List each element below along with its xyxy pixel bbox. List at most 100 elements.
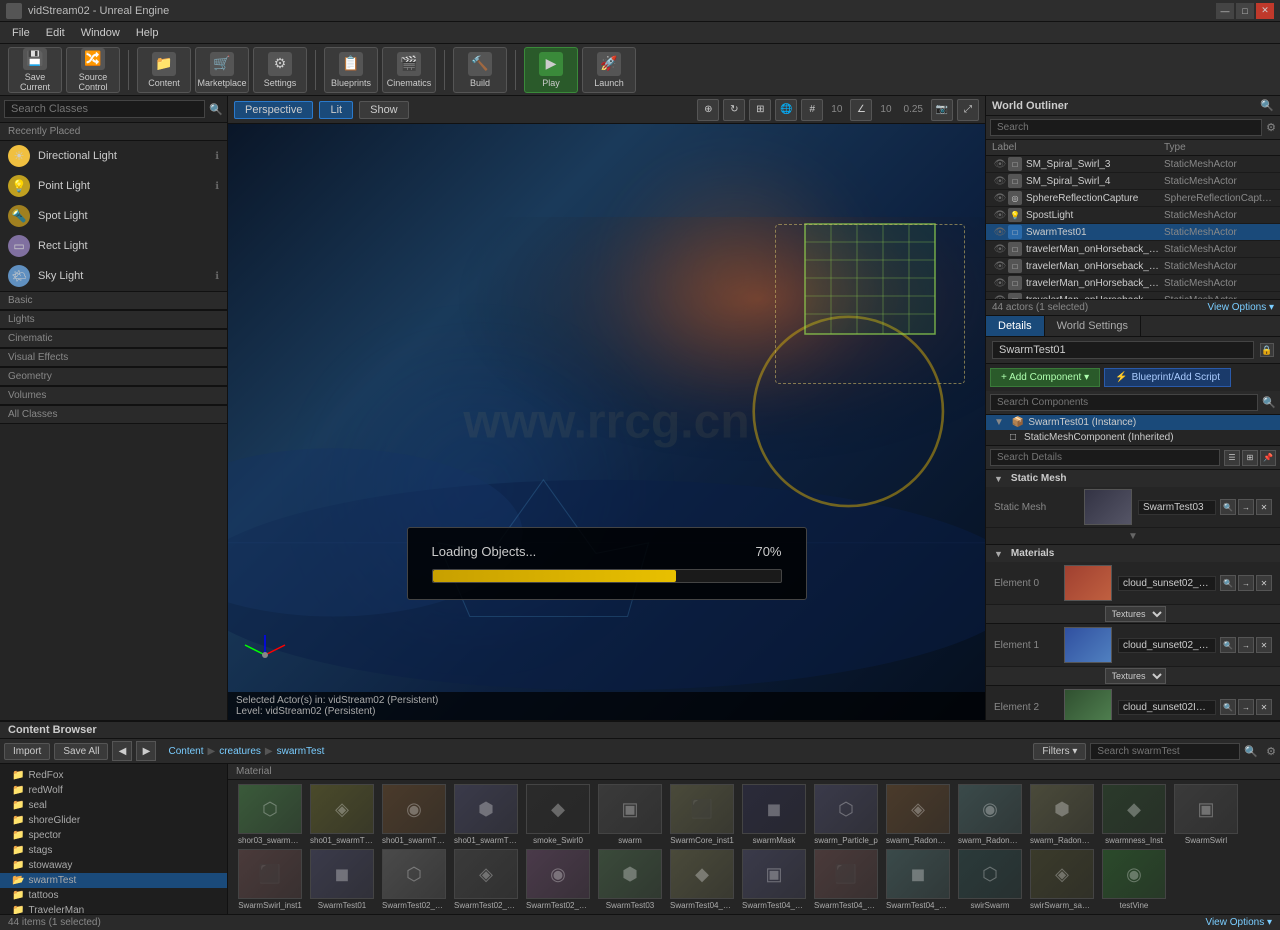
asset-item[interactable]: ◉sho01_swarmT1_inst3: [380, 784, 448, 845]
asset-item[interactable]: ◈swirSwarm_sample_colors: [1028, 849, 1096, 910]
nav-back-button[interactable]: ◀: [112, 741, 132, 761]
mat-1-browse[interactable]: 🔍: [1220, 637, 1236, 653]
maximize-button[interactable]: □: [1236, 3, 1254, 19]
asset-item[interactable]: ⬢sho01_swarmT1_inst_trainmAtrl: [452, 784, 520, 845]
mat-0-arrow[interactable]: →: [1238, 575, 1254, 591]
mat-0-browse[interactable]: 🔍: [1220, 575, 1236, 591]
play-button[interactable]: ▶ Play: [524, 47, 578, 93]
asset-item[interactable]: ◈sho01_swarmT1_inst2: [308, 784, 376, 845]
folder-redwolf[interactable]: 📁 redWolf: [0, 783, 227, 798]
marketplace-button[interactable]: 🛒 Marketplace: [195, 47, 249, 93]
translate-icon[interactable]: ⊕: [697, 99, 719, 121]
3d-viewport[interactable]: Loading Objects... 70% Selected Actor(s)…: [228, 124, 985, 720]
outliner-row[interactable]: 👁 □ travelerMan_onHorseback_UE4_pose3 St…: [986, 275, 1280, 292]
angle-icon[interactable]: ∠: [850, 99, 872, 121]
mat-2-browse[interactable]: 🔍: [1220, 699, 1236, 715]
browser-settings-icon[interactable]: ⚙: [1266, 745, 1276, 758]
asset-item[interactable]: ▣swarm: [596, 784, 664, 845]
add-component-button[interactable]: + Add Component ▾: [990, 368, 1100, 387]
minimize-button[interactable]: —: [1216, 3, 1234, 19]
source-control-button[interactable]: 🔀 Source Control: [66, 47, 120, 93]
materials-section-header[interactable]: ▼ Materials: [986, 545, 1280, 562]
detail-pin-icon[interactable]: 📌: [1260, 450, 1276, 466]
asset-item[interactable]: ◼swarmMask: [740, 784, 808, 845]
show-button[interactable]: Show: [359, 101, 409, 119]
asset-item[interactable]: ◼SwarmTest04_mat_inst: [884, 849, 952, 910]
asset-item[interactable]: ▣SwarmTest04_mat2: [740, 849, 808, 910]
basic-header[interactable]: Basic: [0, 291, 227, 310]
outliner-row[interactable]: 👁 □ travelerMan_onHorseback_UE4_pose1 St…: [986, 241, 1280, 258]
asset-item[interactable]: ◼SwarmTest01: [308, 849, 376, 910]
lights-header[interactable]: Lights: [0, 310, 227, 329]
save-all-button[interactable]: Save All: [54, 743, 108, 760]
mesh-arrow-button[interactable]: →: [1238, 499, 1254, 515]
detail-search-input[interactable]: [990, 449, 1220, 466]
folder-tattoos[interactable]: 📁 tattoos: [0, 888, 227, 903]
row-visibility-icon[interactable]: 👁: [992, 278, 1008, 289]
row-visibility-icon[interactable]: 👁: [992, 227, 1008, 238]
asset-item[interactable]: ◆smoke_Swirl0: [524, 784, 592, 845]
row-visibility-icon[interactable]: 👁: [992, 261, 1008, 272]
folder-seal[interactable]: 📁 seal: [0, 798, 227, 813]
detail-list-icon[interactable]: ☰: [1224, 450, 1240, 466]
view-options-button[interactable]: View Options ▾: [1205, 917, 1272, 928]
asset-item[interactable]: ⬢swarm_Radone_nm_: [1028, 784, 1096, 845]
asset-search-input[interactable]: [1090, 743, 1240, 760]
mat-1-clear[interactable]: ✕: [1256, 637, 1272, 653]
directional-light-item[interactable]: ☀ Directional Light ℹ: [0, 141, 227, 171]
breadcrumb-content[interactable]: Content: [168, 746, 203, 757]
actor-name-input[interactable]: [992, 341, 1254, 359]
blueprint-script-button[interactable]: ⚡ Blueprint/Add Script: [1104, 368, 1231, 387]
asset-item[interactable]: ⬛SwarmTest04_mat3_inst: [812, 849, 880, 910]
save-current-button[interactable]: 💾 Save Current: [8, 47, 62, 93]
tab-details[interactable]: Details: [986, 316, 1045, 336]
asset-item[interactable]: ▣SwarmSwirl: [1172, 784, 1240, 845]
camera-icon[interactable]: 📷: [931, 99, 953, 121]
maximize-viewport-icon[interactable]: ⤢: [957, 99, 979, 121]
asset-item[interactable]: ◆swarmness_Inst: [1100, 784, 1168, 845]
breadcrumb-creatures[interactable]: creatures: [219, 746, 261, 757]
static-mesh-section-header[interactable]: ▼ Static Mesh: [986, 470, 1280, 487]
volumes-header[interactable]: Volumes: [0, 386, 227, 405]
import-button[interactable]: Import: [4, 743, 50, 760]
asset-item[interactable]: ⬡shor03_swarmT1_inst_1: [236, 784, 304, 845]
outliner-row[interactable]: 👁 ◎ SphereReflectionCapture SphereReflec…: [986, 190, 1280, 207]
outliner-row[interactable]: 👁 □ travelerMan_onHorseback_UE4_pose4 St…: [986, 292, 1280, 299]
folder-travelerman[interactable]: 📁 TravelerMan: [0, 903, 227, 914]
outliner-row-selected[interactable]: 👁 □ SwarmTest01 StaticMeshActor: [986, 224, 1280, 241]
asset-item[interactable]: ◆SwarmTest04_mat1: [668, 849, 736, 910]
mat-0-dropdown[interactable]: Textures: [1105, 606, 1166, 622]
outliner-row[interactable]: 👁 □ SM_Spiral_Swirl_3 StaticMeshActor: [986, 156, 1280, 173]
view-options-button[interactable]: View Options ▾: [1207, 302, 1274, 313]
all-classes-header[interactable]: All Classes: [0, 405, 227, 424]
asset-item[interactable]: ◈SwarmTest02_mat2: [452, 849, 520, 910]
blueprints-button[interactable]: 📋 Blueprints: [324, 47, 378, 93]
folder-redfox[interactable]: 📁 RedFox: [0, 768, 227, 783]
row-visibility-icon[interactable]: 👁: [992, 210, 1008, 221]
folder-stags[interactable]: 📁 stags: [0, 843, 227, 858]
settings-button[interactable]: ⚙ Settings: [253, 47, 307, 93]
content-button[interactable]: 📁 Content: [137, 47, 191, 93]
asset-item[interactable]: ◉testVine: [1100, 849, 1168, 910]
nav-forward-button[interactable]: ▶: [136, 741, 156, 761]
component-tree-child[interactable]: □ StaticMeshComponent (Inherited): [986, 430, 1280, 445]
spot-light-item[interactable]: 🔦 Spot Light: [0, 201, 227, 231]
component-search-input[interactable]: [990, 394, 1258, 411]
folder-spector[interactable]: 📁 spector: [0, 828, 227, 843]
row-visibility-icon[interactable]: 👁: [992, 159, 1008, 170]
row-visibility-icon[interactable]: 👁: [992, 244, 1008, 255]
breadcrumb-swarmtest[interactable]: swarmTest: [277, 746, 325, 757]
world-icon[interactable]: 🌐: [775, 99, 797, 121]
asset-item[interactable]: ⬛SwarmSwirl_inst1: [236, 849, 304, 910]
mat-0-clear[interactable]: ✕: [1256, 575, 1272, 591]
menu-edit[interactable]: Edit: [38, 25, 73, 41]
menu-window[interactable]: Window: [73, 25, 128, 41]
asset-item[interactable]: ⬡SwarmTest02_mat1: [380, 849, 448, 910]
asset-item[interactable]: ⬢SwarmTest03: [596, 849, 664, 910]
outliner-row[interactable]: 👁 □ travelerMan_onHorseback_UE4_pose2 St…: [986, 258, 1280, 275]
asset-item[interactable]: ◉swarm_Radone_nm: [956, 784, 1024, 845]
menu-help[interactable]: Help: [128, 25, 167, 41]
mat-2-arrow[interactable]: →: [1238, 699, 1254, 715]
folder-stowaway[interactable]: 📁 stowaway: [0, 858, 227, 873]
build-button[interactable]: 🔨 Build: [453, 47, 507, 93]
